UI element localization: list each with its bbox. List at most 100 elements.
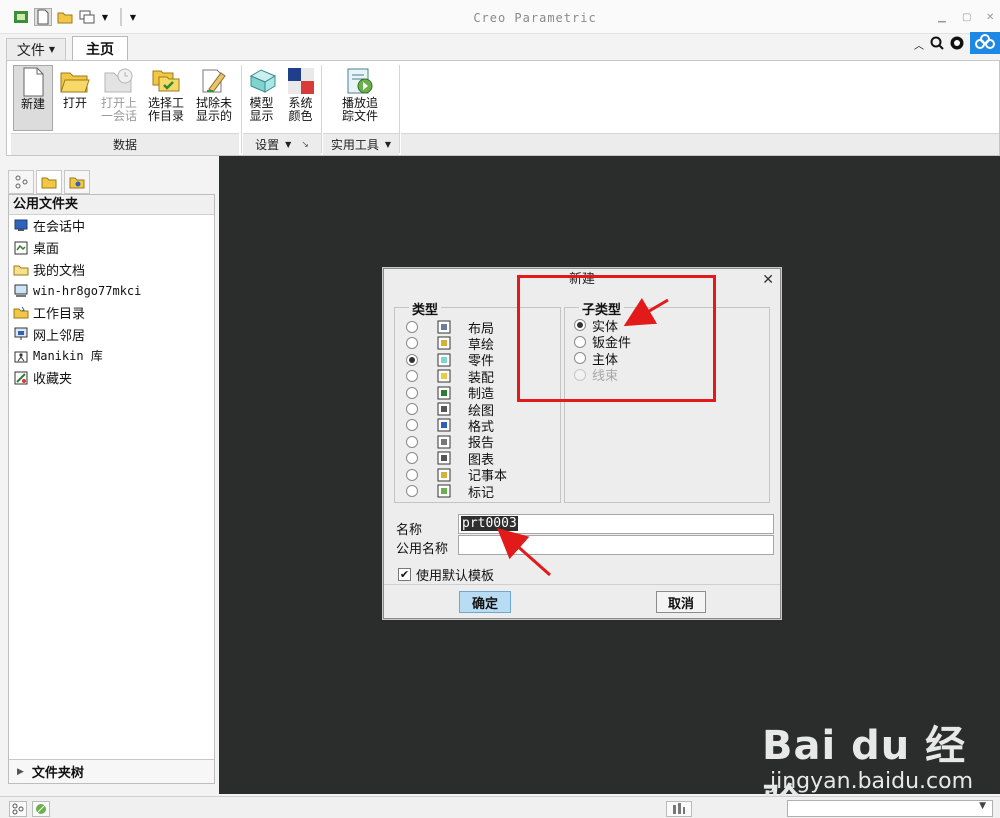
select-working-directory-label: 选择工 作目录 — [147, 96, 184, 123]
ribbon-group-data-label: 数据 — [11, 133, 239, 155]
ribbon-tabs: 文件 ▼ 主页 — [6, 36, 128, 61]
radio-button[interactable] — [406, 435, 418, 448]
type-option-assembly[interactable]: 装配 — [406, 368, 494, 386]
nav-item-label: Manikin 库 — [33, 349, 103, 364]
new-button[interactable]: 新建 — [13, 65, 53, 131]
collapse-ribbon-icon[interactable]: ︿ — [914, 37, 924, 52]
maximize-icon[interactable]: ▢ — [962, 12, 971, 23]
dialog-launcher-icon[interactable]: ↘ — [301, 140, 309, 150]
title-bar: ▼ ▼ Creo Parametric ▁ ▢ ✕ — [0, 0, 1000, 34]
common-name-input[interactable] — [458, 535, 774, 555]
folder-tree-toggle[interactable]: ▶ 文件夹树 — [9, 759, 214, 783]
open-last-session-label: 打开上 一会话 — [100, 96, 137, 123]
type-option-report[interactable]: 报告 — [406, 434, 494, 451]
ok-button[interactable]: 确定 — [459, 591, 511, 613]
radio-button[interactable] — [406, 485, 418, 497]
new-file-icon — [17, 66, 49, 98]
smart-filter-icon[interactable] — [666, 801, 692, 817]
tab-home[interactable]: 主页 — [72, 36, 128, 61]
search-icon[interactable] — [930, 36, 944, 53]
nav-item-in-session[interactable]: 在会话中 — [9, 215, 214, 237]
type-option-part[interactable]: 零件 — [406, 352, 494, 369]
utilities-label: 实用工具 — [330, 138, 379, 152]
system-colors-icon — [285, 65, 317, 97]
nav-item-label: 网上邻居 — [33, 328, 86, 344]
notebook-icon — [436, 467, 452, 483]
type-legend: 类型 — [409, 299, 442, 318]
radio-button[interactable] — [406, 452, 418, 465]
assembly-icon — [436, 368, 452, 384]
play-trail-file-button[interactable]: 播放追 踪文件 — [335, 65, 385, 131]
system-colors-label: 系统 颜色 — [288, 96, 313, 123]
ribbon-group-utilities-label[interactable]: 实用工具 ▼ — [323, 133, 399, 155]
type-option-layout[interactable]: 布局 — [406, 319, 494, 337]
highlight-box — [517, 275, 716, 402]
favorites-tab[interactable] — [64, 170, 90, 194]
select-working-directory-icon — [150, 65, 182, 97]
help-icon[interactable] — [950, 36, 964, 53]
radio-button[interactable] — [406, 370, 418, 383]
radio-button[interactable] — [406, 468, 418, 481]
navigator-tabs — [8, 170, 92, 194]
radio-button[interactable] — [406, 353, 418, 366]
model-display-button[interactable]: 模型 显示 — [243, 65, 280, 131]
watermark-url: jingyan.baidu.com — [770, 769, 974, 794]
baidu-watermark: Bai du 经验 jingyan.baidu.com — [762, 713, 992, 818]
close-icon[interactable]: ✕ — [762, 269, 774, 291]
dialog-footer: 确定 取消 — [384, 584, 780, 618]
nav-item-computer[interactable]: win-hr8go77mkci — [9, 280, 214, 302]
nav-item-manikin-library[interactable]: Manikin 库 — [9, 345, 214, 367]
browser-toggle-icon[interactable] — [32, 801, 50, 817]
radio-button[interactable] — [406, 386, 418, 399]
settings-label: 设置 — [255, 138, 280, 152]
play-trail-file-icon — [344, 65, 376, 97]
cancel-button[interactable]: 取消 — [656, 591, 706, 613]
selection-filter-dropdown[interactable]: ▼ — [787, 800, 993, 817]
use-default-template-checkbox[interactable]: ✔ 使用默认模板 — [398, 565, 494, 584]
nav-item-working-directory[interactable]: 工作目录 — [9, 302, 214, 324]
radio-button[interactable] — [406, 419, 418, 432]
ribbon-separator — [241, 65, 242, 153]
radio-button[interactable] — [406, 321, 418, 333]
open-button[interactable]: 打开 — [55, 65, 95, 131]
model-tree-icon — [15, 175, 28, 189]
nav-item-network[interactable]: 网上邻居 — [9, 323, 214, 345]
nav-item-label: 桌面 — [33, 242, 60, 258]
folder-tree-label: 文件夹树 — [31, 766, 84, 781]
radio-button[interactable] — [406, 337, 418, 350]
type-option-manufacturing[interactable]: 制造 — [406, 385, 494, 402]
manikin-library-icon — [13, 348, 29, 364]
nav-item-favorites[interactable]: 收藏夹 — [9, 367, 214, 389]
type-option-format[interactable]: 格式 — [406, 417, 494, 435]
ribbon-group-settings-label[interactable]: 设置 ▼ ↘ — [243, 133, 321, 155]
type-option-sketch[interactable]: 草绘 — [406, 335, 494, 353]
system-colors-button[interactable]: 系统 颜色 — [282, 65, 319, 131]
erase-not-displayed-label: 拭除未 显示的 — [195, 96, 232, 123]
model-tree-tab[interactable] — [8, 170, 34, 194]
model-display-label: 模型 显示 — [249, 96, 274, 123]
type-option-markup[interactable]: 标记 — [406, 483, 495, 501]
minimize-icon[interactable]: ▁ — [938, 12, 946, 23]
folder-navigator: 公用文件夹 在会话中 桌面 我的文档 win-hr8go77mkci 工作目录 … — [8, 194, 215, 784]
type-option-label: 标记 — [468, 485, 495, 501]
open-last-session-button[interactable]: 打开上 一会话 — [97, 65, 141, 131]
app-title: Creo Parametric — [473, 11, 597, 25]
nav-item-desktop[interactable]: 桌面 — [9, 237, 214, 259]
baidu-cloud-icon[interactable] — [970, 31, 1000, 57]
name-input[interactable]: prt0003 — [458, 514, 774, 534]
radio-button[interactable] — [406, 403, 418, 415]
type-option-drawing[interactable]: 绘图 — [406, 401, 494, 419]
select-working-directory-button[interactable]: 选择工 作目录 — [143, 65, 189, 131]
network-icon — [13, 326, 29, 342]
type-option-notebook[interactable]: 记事本 — [406, 467, 507, 484]
folder-browser-icon — [41, 177, 57, 189]
erase-not-displayed-button[interactable]: 拭除未 显示的 — [191, 65, 237, 131]
drawing-icon — [436, 401, 452, 417]
type-option-diagram[interactable]: 图表 — [406, 450, 494, 468]
folder-browser-tab[interactable] — [36, 170, 62, 194]
close-icon[interactable]: ✕ — [986, 12, 994, 23]
tab-file[interactable]: 文件 ▼ — [6, 38, 66, 60]
nav-item-my-documents[interactable]: 我的文档 — [9, 258, 214, 280]
model-tree-toggle-icon[interactable] — [9, 801, 27, 817]
checkbox-check-icon: ✔ — [398, 568, 411, 581]
